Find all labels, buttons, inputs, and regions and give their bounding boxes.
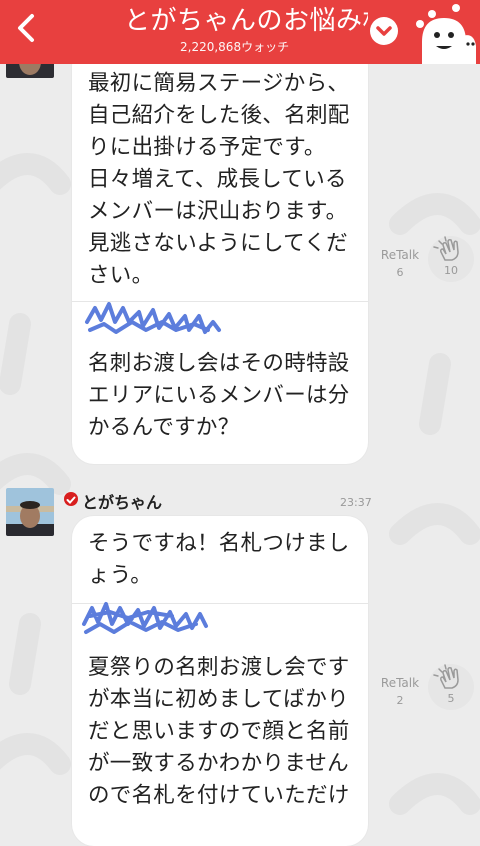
message-line: りに出掛ける予定です。 (88, 135, 326, 160)
verified-check-icon (64, 492, 78, 506)
quoted-line: が一致するかわかりません (88, 751, 349, 776)
quoted-line: 夏祭りの名刺お渡し会です (88, 655, 350, 680)
message-line: さい。 (88, 263, 154, 288)
message-line: 見逃さないようにしてくだ (88, 231, 348, 256)
back-arrow-icon (18, 14, 34, 42)
clap-count: 5 (447, 692, 455, 705)
message-line: そうですね！名札つけまし (88, 531, 350, 556)
clap-button[interactable]: 5 (428, 664, 474, 710)
message-line: ょう。 (88, 563, 153, 588)
redaction-scribble (82, 602, 208, 634)
chevron-down-icon (376, 26, 392, 36)
quoted-line: エリアにいるメンバーは分 (88, 383, 350, 408)
mascot-icon[interactable] (412, 2, 478, 64)
clap-button[interactable]: 10 (428, 236, 474, 282)
quoted-line: かるんですか？ (88, 415, 240, 440)
dropdown-button[interactable] (370, 17, 398, 45)
message-line: 日々増えて、成長している (88, 167, 347, 192)
retalk-label: ReTalk (380, 248, 420, 262)
quoted-line: 名刺お渡し会はその時特設 (88, 351, 350, 376)
message-bubble[interactable]: そうですね！名札つけまし ょう。 夏祭りの名刺お渡し会です が本当に初めましてば… (72, 516, 368, 846)
redaction-scribble (85, 302, 221, 334)
clap-hands-icon (433, 664, 459, 689)
retalk-button[interactable]: ReTalk 6 (376, 248, 424, 280)
message-line: 自己紹介をした後、名刺配 (88, 103, 350, 128)
back-button[interactable] (10, 10, 44, 46)
retalk-count: 6 (396, 266, 404, 279)
avatar[interactable] (6, 488, 54, 536)
message-line: メンバーは沢山おります。 (88, 199, 348, 224)
clap-count: 10 (444, 264, 458, 277)
message-time: 23:37 (340, 496, 372, 509)
retalk-button[interactable]: ReTalk 2 (376, 676, 424, 708)
avatar-photo (6, 488, 54, 536)
quoted-line: だと思いますので顔と名前 (88, 719, 350, 744)
user-name[interactable]: とがちゃん (82, 489, 162, 513)
retalk-label: ReTalk (380, 676, 420, 690)
message-line: 最初に簡易ステージから、 (88, 71, 350, 96)
quoted-line: ので名札を付けていただけ (88, 783, 350, 808)
clap-hands-icon (433, 236, 459, 261)
page-title: とがちゃんのお悩み相 (124, 6, 368, 36)
header-bar: とがちゃんのお悩み相 2,220,868ウォッチ (0, 0, 480, 64)
watch-count: 2,220,868ウォッチ (180, 40, 290, 54)
quoted-line: が本当に初めましてばかり (88, 687, 349, 712)
retalk-count: 2 (396, 694, 404, 707)
message-bubble[interactable]: 最初に簡易ステージから、 自己紹介をした後、名刺配 りに出掛ける予定です。 日々… (72, 44, 368, 464)
